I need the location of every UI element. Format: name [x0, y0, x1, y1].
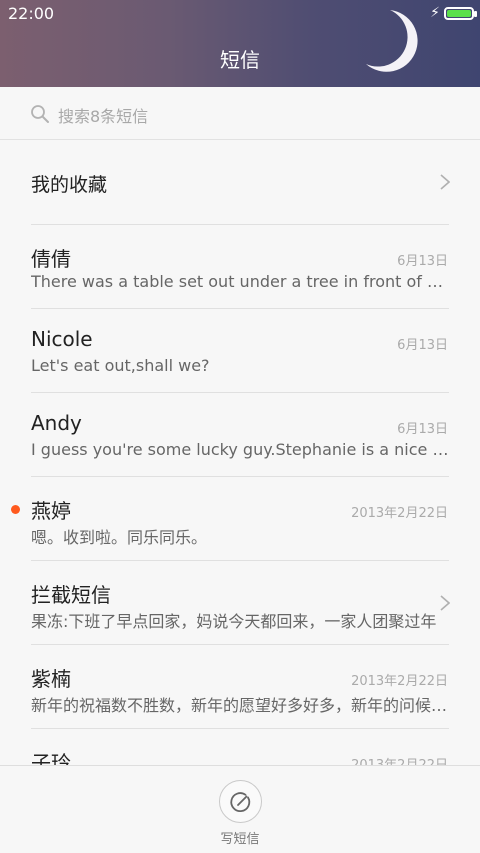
message-preview: I guess you're some lucky guy.Stephanie …	[31, 440, 449, 459]
conversation-item[interactable]: 燕婷 2013年2月22日 嗯。收到啦。同乐同乐。	[0, 477, 480, 561]
bottom-bar: 写短信	[0, 765, 480, 853]
search-placeholder: 搜索8条短信	[58, 107, 149, 126]
compose-button[interactable]	[219, 780, 262, 823]
compose-label: 写短信	[220, 832, 260, 847]
message-date: 6月13日	[397, 422, 448, 437]
conversation-item[interactable]: Andy 6月13日 I guess you're some lucky guy…	[0, 393, 480, 477]
message-date: 6月13日	[397, 338, 448, 353]
message-date: 2013年2月22日	[351, 506, 448, 521]
status-time: 22:00	[8, 4, 55, 23]
header: 22:00 ⚡ 短信	[0, 0, 480, 87]
contact-name: Nicole	[31, 327, 93, 351]
contact-name: Andy	[31, 411, 82, 435]
favorites-row[interactable]: 我的收藏	[0, 141, 480, 224]
conversation-list: 我的收藏 倩倩 6月13日 There was a table set out …	[0, 141, 480, 765]
blocked-messages-item[interactable]: 拦截短信 果冻:下班了早点回家，妈说今天都回来，一家人团聚过年	[0, 561, 480, 645]
search-icon	[31, 105, 49, 123]
conversation-item[interactable]: 倩倩 6月13日 There was a table set out under…	[0, 225, 480, 309]
compose-icon	[230, 792, 251, 813]
conversation-item[interactable]: 紫楠 2013年2月22日 新年的祝福数不胜数，新年的愿望好多好多，新年的问候不…	[0, 645, 480, 729]
message-date: 2013年2月22日	[351, 674, 448, 689]
contact-name: 紫楠	[31, 667, 71, 691]
favorites-label: 我的收藏	[31, 174, 108, 196]
message-date: 6月13日	[397, 254, 448, 269]
message-preview: There was a table set out under a tree i…	[31, 272, 449, 291]
status-bar: 22:00 ⚡	[0, 0, 480, 28]
unread-indicator	[11, 505, 20, 514]
message-preview: Let's eat out,shall we?	[31, 356, 210, 375]
message-date: 2013年2月22日	[351, 754, 448, 765]
contact-name: 倩倩	[31, 247, 71, 271]
page-title: 短信	[220, 48, 260, 72]
contact-name: 拦截短信	[31, 583, 111, 607]
conversation-item[interactable]: Nicole 6月13日 Let's eat out,shall we?	[0, 309, 480, 393]
battery-icon	[444, 7, 477, 20]
chevron-right-icon	[440, 174, 450, 190]
message-preview: 新年的祝福数不胜数，新年的愿望好多好多，新年的问候不断	[31, 696, 449, 715]
search-input[interactable]: 搜索8条短信	[0, 87, 480, 140]
message-preview: 嗯。收到啦。同乐同乐。	[31, 528, 208, 547]
message-preview: 果冻:下班了早点回家，妈说今天都回来，一家人团聚过年	[31, 612, 437, 631]
contact-name: 子玲	[31, 751, 71, 765]
charging-icon: ⚡	[430, 5, 440, 21]
contact-name: 燕婷	[31, 499, 71, 523]
conversation-item[interactable]: 子玲 2013年2月22日	[0, 729, 480, 765]
